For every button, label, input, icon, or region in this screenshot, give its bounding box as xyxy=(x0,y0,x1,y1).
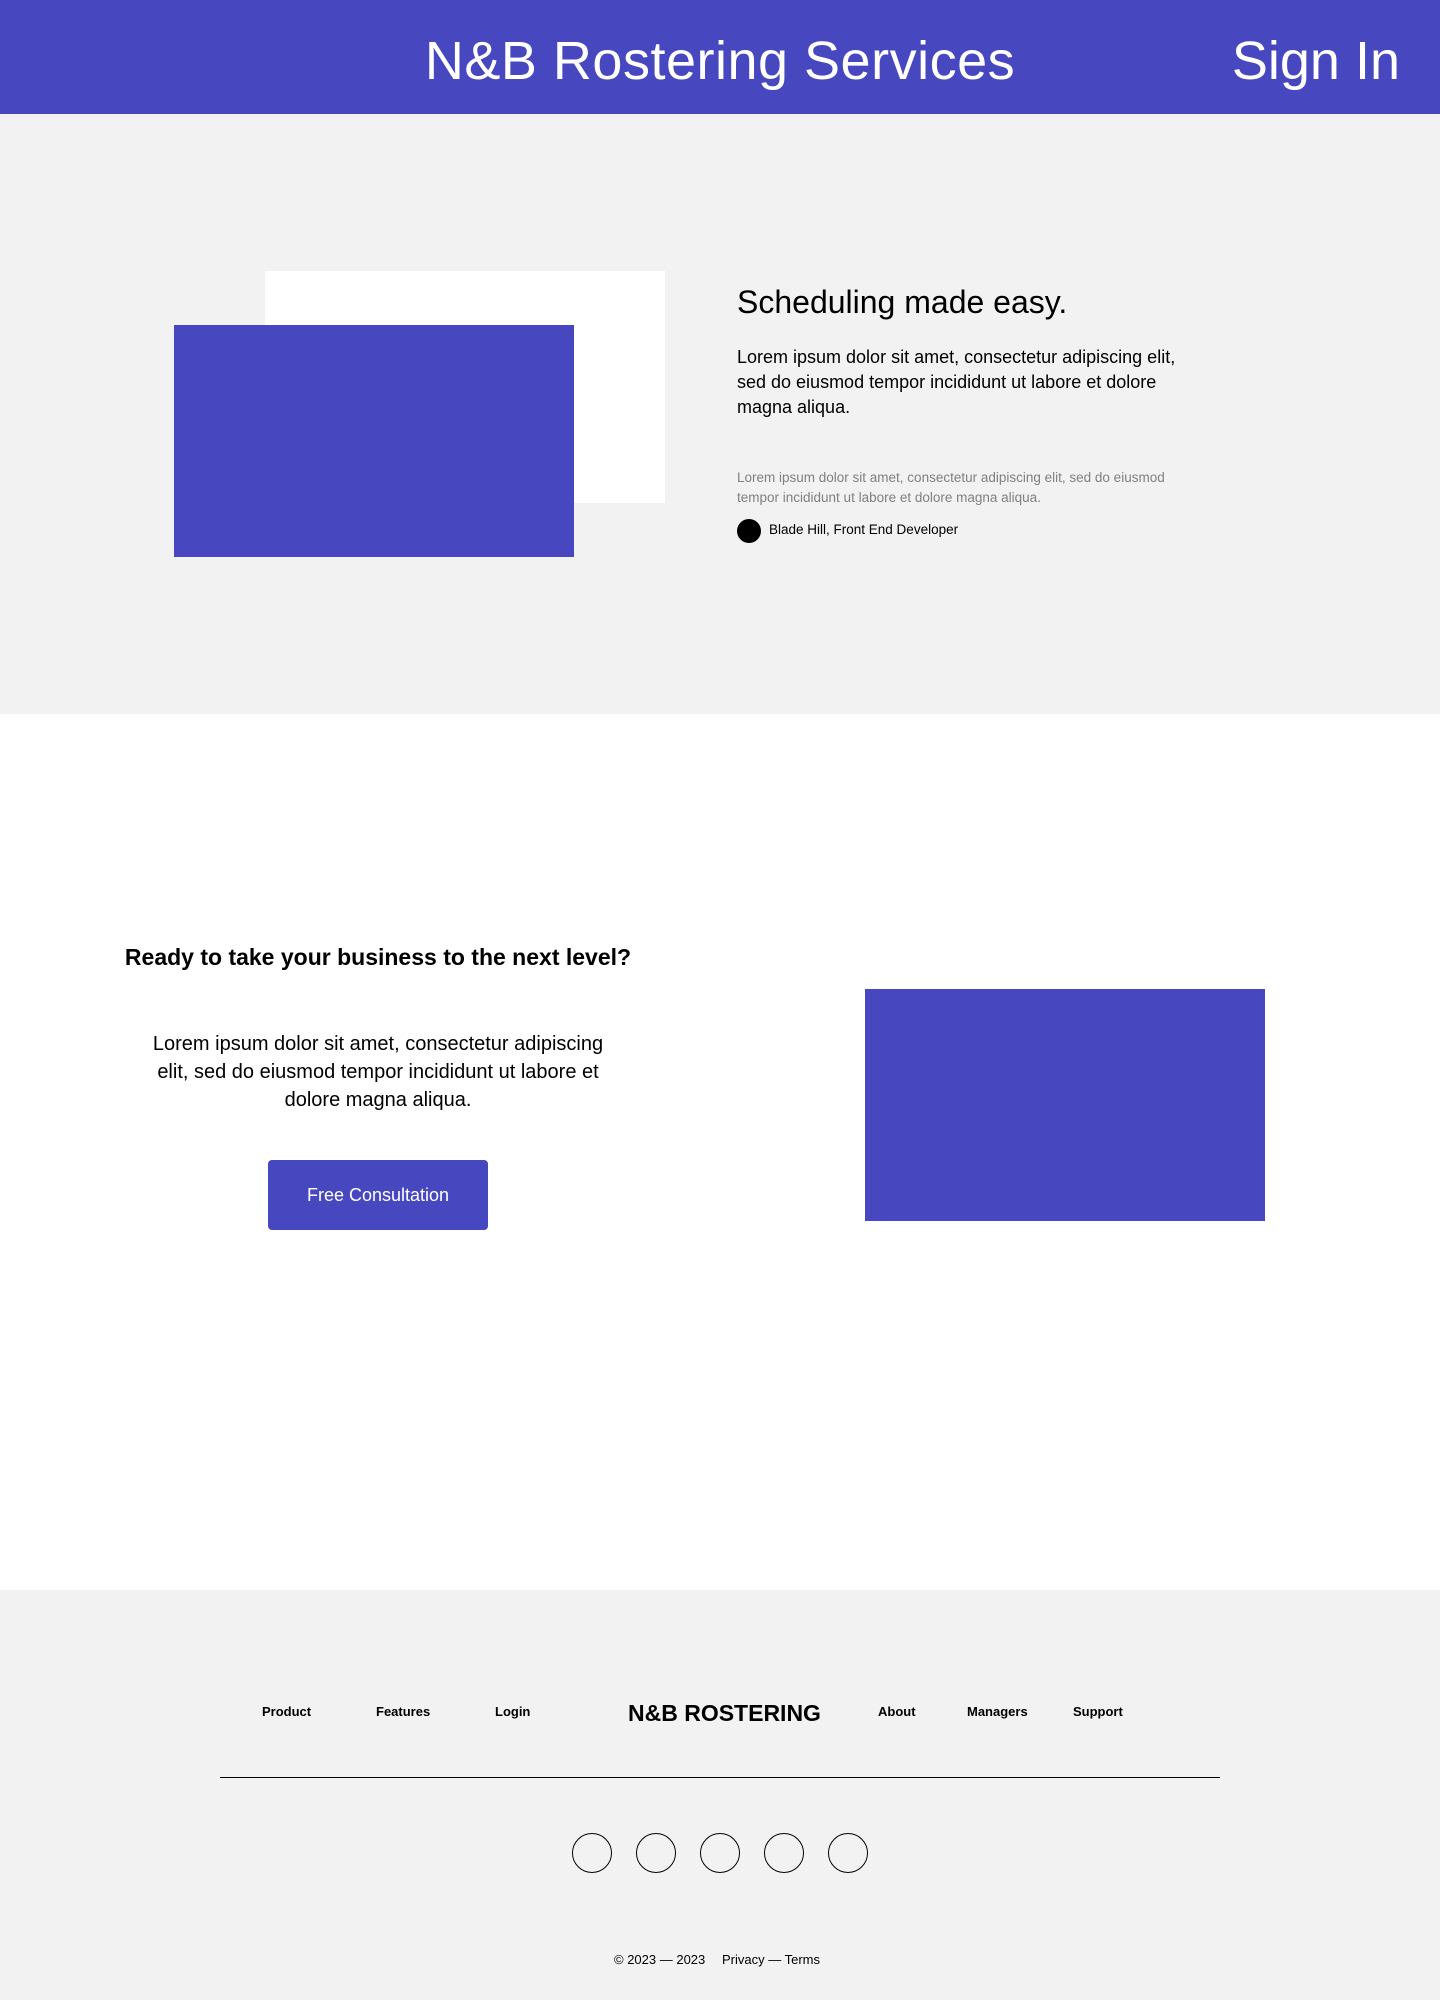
sign-in-link[interactable]: Sign In xyxy=(1232,30,1400,92)
legal-links[interactable]: Privacy — Terms xyxy=(722,1952,820,1967)
copyright-text: © 2023 — 2023 xyxy=(614,1952,706,1967)
social-icon-3[interactable] xyxy=(700,1833,740,1873)
social-icon-2[interactable] xyxy=(636,1833,676,1873)
site-footer: Product Features Login N&B ROSTERING Abo… xyxy=(0,1590,1440,2000)
testimonial-quote: Lorem ipsum dolor sit amet, consectetur … xyxy=(737,470,1165,505)
footer-link-managers[interactable]: Managers xyxy=(967,1704,1028,1719)
hero-description: Lorem ipsum dolor sit amet, consectetur … xyxy=(737,347,1176,417)
hero-image-placeholder-front xyxy=(174,325,574,557)
footer-link-product[interactable]: Product xyxy=(262,1704,311,1719)
footer-link-about[interactable]: About xyxy=(878,1704,916,1719)
avatar xyxy=(737,519,761,543)
footer-link-login[interactable]: Login xyxy=(495,1704,530,1719)
social-icon-4[interactable] xyxy=(764,1833,804,1873)
testimonial-author: Blade Hill, Front End Developer xyxy=(769,522,959,537)
social-icon-5[interactable] xyxy=(828,1833,868,1873)
footer-logo: N&B ROSTERING xyxy=(628,1700,821,1726)
cta-description: Lorem ipsum dolor sit amet, consectetur … xyxy=(152,1033,604,1111)
footer-link-support[interactable]: Support xyxy=(1073,1704,1123,1719)
cta-heading: Ready to take your business to the next … xyxy=(124,944,632,970)
footer-link-features[interactable]: Features xyxy=(376,1704,430,1719)
social-icon-1[interactable] xyxy=(572,1833,612,1873)
free-consultation-button[interactable]: Free Consultation xyxy=(268,1160,488,1230)
cta-section: Ready to take your business to the next … xyxy=(0,714,1440,1590)
cta-image-placeholder xyxy=(865,989,1265,1221)
site-header: N&B Rostering Services Sign In xyxy=(0,0,1440,114)
footer-divider xyxy=(220,1777,1220,1778)
site-title: N&B Rostering Services xyxy=(424,31,1016,91)
hero-heading: Scheduling made easy. xyxy=(737,284,1068,320)
hero-section: Scheduling made easy. Lorem ipsum dolor … xyxy=(0,114,1440,714)
